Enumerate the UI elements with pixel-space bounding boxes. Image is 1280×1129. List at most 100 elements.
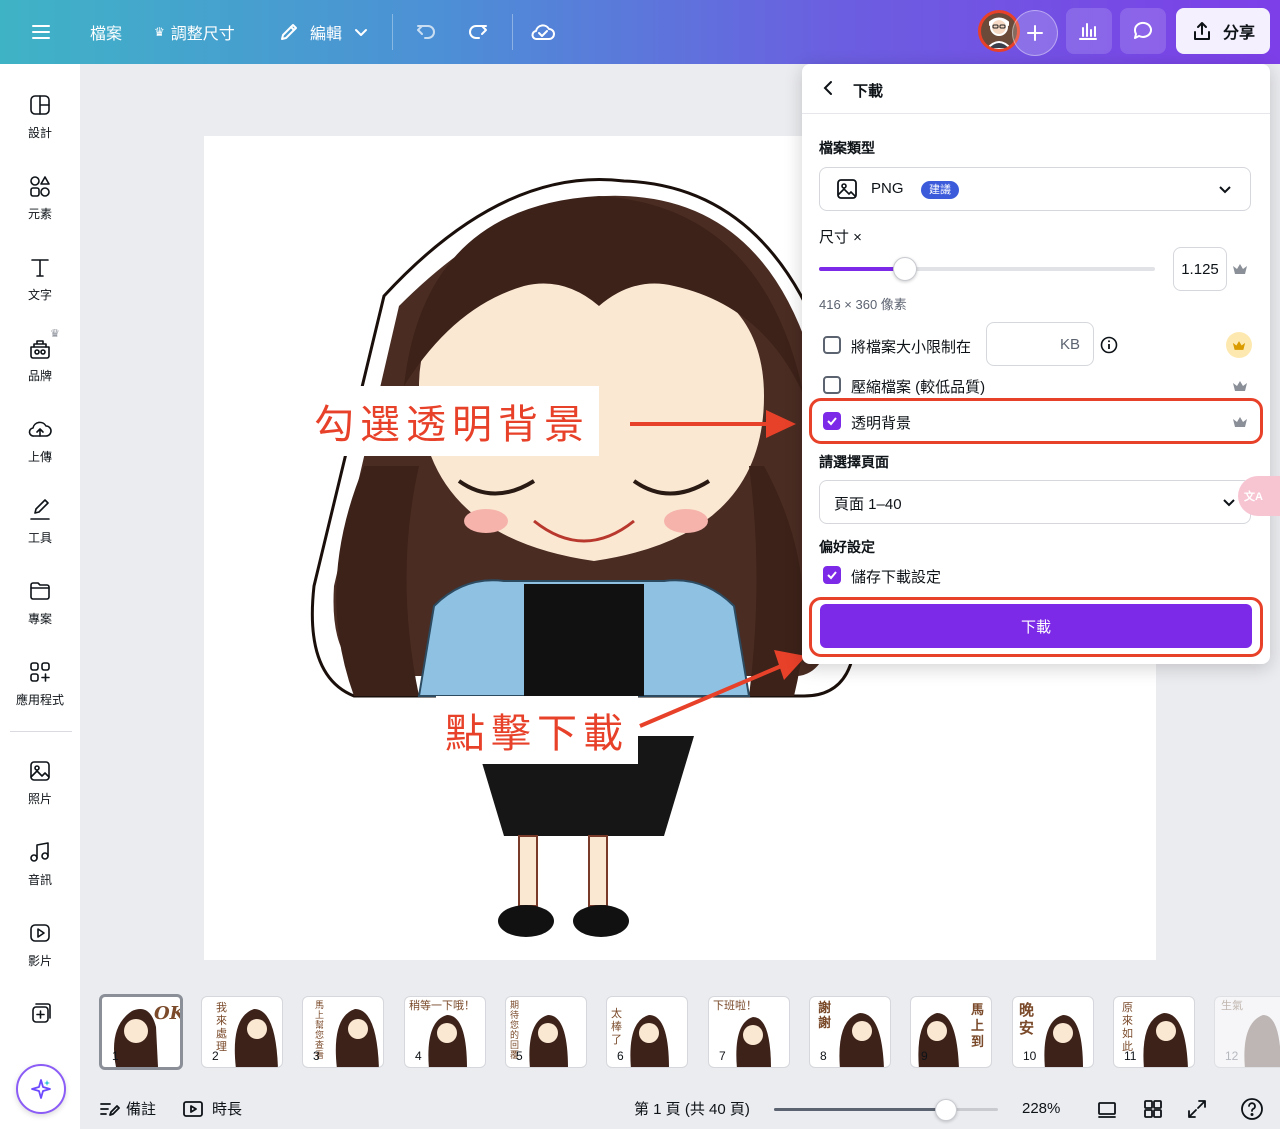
sidebar-item-text[interactable]: 文字 (0, 252, 80, 322)
page-number: 9 (921, 1049, 928, 1063)
grid-view-icon[interactable] (1142, 1088, 1164, 1129)
size-slider-knob[interactable] (893, 257, 917, 281)
save-settings-checkbox[interactable] (823, 566, 841, 584)
thumbnail-caption: 晚安 (1019, 1001, 1035, 1037)
highlight-transparent-bg (809, 398, 1263, 444)
sidebar-item-draw[interactable]: 工具 (0, 495, 80, 565)
translate-floating-button[interactable]: 文A (1238, 476, 1280, 516)
undo-icon[interactable] (414, 0, 438, 64)
crown-icon: ♛ (154, 25, 165, 39)
toolbar-divider (512, 14, 513, 50)
compress-checkbox[interactable] (823, 376, 841, 394)
play-timer-icon (183, 1100, 203, 1117)
share-upload-icon (1193, 22, 1210, 40)
notes-button[interactable]: 備註 (98, 1088, 156, 1129)
sidebar-item-apps[interactable]: 應用程式 (0, 657, 80, 727)
notes-label: 備註 (126, 1101, 157, 1118)
sidebar-item-uploads[interactable]: 上傳 (0, 414, 80, 484)
page-view-icon[interactable] (1096, 1088, 1118, 1129)
edit-menu-button[interactable]: 編輯 (278, 0, 368, 64)
page-thumbnail[interactable]: 馬上到 9 (910, 996, 992, 1068)
page-thumbnail[interactable]: 晚安 10 (1012, 996, 1094, 1068)
page-thumbnail[interactable]: OK 1 (99, 994, 183, 1070)
dimensions-text: 416 × 360 像素 (819, 297, 907, 312)
page-thumbnail[interactable]: 期待您的回覆 5 (505, 996, 587, 1068)
sidebar-item-label: 專案 (27, 612, 52, 626)
zoom-slider-knob[interactable] (935, 1099, 957, 1121)
pages-value: 頁面 1–40 (834, 496, 902, 513)
limit-size-input[interactable]: KB (986, 322, 1094, 366)
zoom-value[interactable]: 228% (1022, 1088, 1060, 1129)
magic-assistant-button[interactable] (16, 1064, 66, 1114)
share-label: 分享 (1222, 25, 1255, 42)
annotation-check-transparent: 勾選透明背景 (305, 386, 599, 456)
design-icon (27, 92, 53, 118)
page-indicator[interactable]: 第 1 頁 (共 40 頁) (634, 1088, 750, 1129)
save-settings-label: 儲存下載設定 (851, 569, 942, 586)
page-thumbnail[interactable]: 生氣 12 (1214, 996, 1280, 1068)
crown-icon: ♛ (50, 328, 60, 340)
thumbnail-caption: OK (154, 1003, 183, 1024)
pencil-icon (278, 21, 300, 43)
page-thumbnail[interactable]: 謝謝 8 (809, 996, 891, 1068)
share-button[interactable]: 分享 (1176, 8, 1270, 54)
zoom-slider[interactable] (774, 1099, 998, 1121)
size-slider[interactable] (819, 257, 1155, 281)
translate-icon: 文A (1244, 491, 1263, 503)
sidebar-item-photos[interactable]: 照片 (0, 756, 80, 826)
hamburger-icon[interactable] (30, 0, 52, 64)
fullscreen-icon[interactable] (1186, 1088, 1208, 1129)
redo-icon[interactable] (466, 0, 490, 64)
bottom-bar: 備註 時長 第 1 頁 (共 40 頁) 228% (80, 1088, 1280, 1129)
page-thumbnail[interactable]: 太棒了 6 (606, 996, 688, 1068)
sidebar-item-audio[interactable]: 音訊 (0, 837, 80, 907)
sidebar-item-videos[interactable]: 影片 (0, 918, 80, 988)
page-number: 8 (820, 1049, 827, 1063)
sidebar-item-design[interactable]: 設計 (0, 90, 80, 160)
page-thumbnail[interactable]: 馬上幫您查看 3 (302, 996, 384, 1068)
resize-button[interactable]: ♛ 調整尺寸 (154, 0, 235, 64)
help-icon[interactable] (1240, 1088, 1264, 1129)
page-thumbnail[interactable]: 下班啦！ 7 (708, 996, 790, 1068)
upload-icon (27, 416, 53, 442)
add-collaborator-button[interactable] (1012, 10, 1058, 56)
file-type-select[interactable]: PNG 建議 (819, 167, 1251, 211)
sidebar-item-label: 上傳 (27, 450, 52, 464)
insights-button[interactable] (1066, 8, 1112, 54)
sidebar-item-label: 影片 (27, 954, 52, 968)
page-number: 3 (313, 1049, 320, 1063)
limit-size-checkbox[interactable] (823, 336, 841, 354)
toolbar-divider (392, 14, 393, 50)
page-thumbnail[interactable]: 稍等一下哦！ 4 (404, 996, 486, 1068)
sidebar-item-projects[interactable]: 專案 (0, 576, 80, 646)
sidebar-item-brand[interactable]: ♛ 品牌 (0, 328, 80, 403)
back-chevron-icon[interactable] (820, 80, 836, 96)
duration-label: 時長 (212, 1101, 243, 1118)
cloud-saved-icon[interactable] (530, 0, 556, 64)
sidebar-item-label: 元素 (27, 207, 52, 221)
sidebar-item-label: 文字 (27, 288, 52, 302)
sidebar-item-label: 應用程式 (15, 693, 64, 707)
crown-icon (1232, 262, 1248, 274)
page-thumbnail[interactable]: 我來處理 2 (201, 996, 283, 1068)
limit-size-label: 將檔案大小限制在 (851, 339, 972, 356)
size-label: 尺寸 × (819, 229, 862, 246)
file-menu-button[interactable]: 檔案 (90, 0, 122, 64)
plus-icon (1027, 25, 1043, 41)
annotation-click-download: 點擊下載 (436, 696, 638, 764)
info-icon[interactable] (1100, 336, 1118, 354)
duration-button[interactable]: 時長 (182, 1088, 242, 1129)
size-input[interactable]: 1.125 (1173, 247, 1227, 291)
elements-icon (27, 173, 53, 199)
comments-button[interactable] (1120, 8, 1166, 54)
file-type-label: 檔案類型 (819, 140, 875, 156)
text-icon (27, 254, 53, 280)
sidebar-item-more[interactable] (0, 999, 80, 1041)
page-number: 4 (415, 1049, 422, 1063)
compress-label: 壓縮檔案 (較低品質) (851, 379, 986, 396)
thumbnail-caption: 太棒了 (611, 1007, 622, 1046)
image-file-icon (836, 178, 858, 200)
sidebar-item-elements[interactable]: 元素 (0, 171, 80, 241)
page-thumbnail[interactable]: 原來如此 11 (1113, 996, 1195, 1068)
pages-select[interactable]: 頁面 1–40 (819, 480, 1251, 524)
